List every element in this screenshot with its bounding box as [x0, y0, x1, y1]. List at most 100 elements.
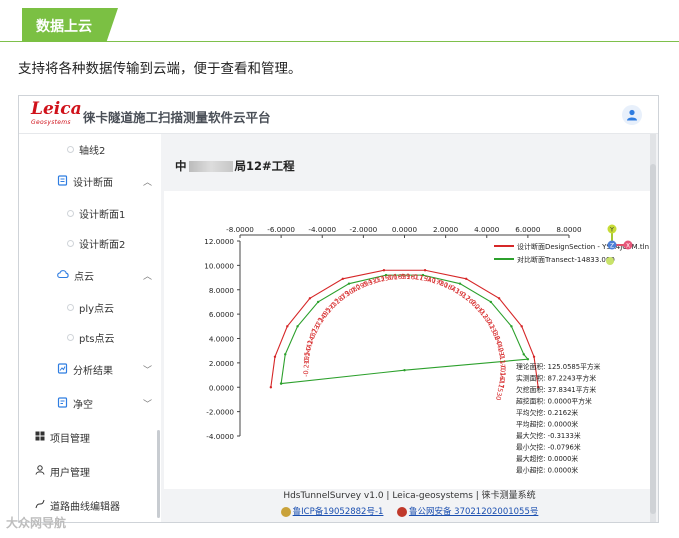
design-section-point [308, 297, 312, 300]
sidebar-item-point-cloud[interactable]: 点云 ︿ [57, 268, 153, 283]
app-title: 徕卡隧道施工扫描测量软件云平台 [83, 110, 271, 125]
sidebar: 轴线2 设计断面 ︿ 设计断面1 设计断面2 点云 ︿ ply点云 pts点云 … [19, 134, 161, 522]
transect-point [522, 353, 525, 356]
x-tick-label: 0.0000 [392, 225, 418, 234]
project-title-prefix: 中 [175, 159, 187, 173]
gizmo-y-label: Y [609, 227, 614, 234]
icp-badge-icon [280, 506, 291, 517]
transect-point [347, 282, 351, 285]
design-section-point [286, 325, 289, 328]
sidebar-item-label: 设计断面2 [79, 240, 126, 251]
sidebar-item-design-section-1[interactable]: 设计断面1 [67, 206, 125, 221]
sidebar-item-label: 点云 [74, 272, 94, 283]
design-section-point [532, 355, 536, 358]
stat-line: 欠挖面积: 37.8341平方米 [516, 385, 596, 394]
y-tick-label: 0.0000 [209, 383, 235, 392]
stat-line: 超挖面积: 0.0000平方米 [516, 397, 592, 406]
design-section-point [423, 269, 427, 272]
sidebar-item-project-management[interactable]: 项目管理 [35, 430, 90, 445]
x-tick-label: 8.0000 [556, 225, 582, 234]
sidebar-item-clearance[interactable]: 净空 ﹀ [57, 396, 153, 411]
footer: HdsTunnelSurvey v1.0 | Leica-geosystems … [161, 488, 658, 517]
footer-links: 鲁ICP备19052882号-1 鲁公网安备 37021202001055号 [161, 505, 658, 517]
document-icon [57, 174, 68, 189]
sidebar-item-label: 设计断面1 [79, 210, 126, 221]
y-tick-label: 2.0000 [209, 359, 235, 368]
radio-dot-icon [67, 146, 74, 153]
design-section-point [341, 277, 345, 280]
user-icon [627, 109, 637, 121]
stat-line: 平均欠挖: 0.2162米 [516, 408, 578, 417]
y-tick-label: 8.0000 [209, 286, 235, 295]
radio-dot-icon [67, 210, 74, 217]
sidebar-item-label: 道路曲线编辑器 [50, 502, 120, 513]
x-tick-label: -4.0000 [308, 225, 336, 234]
x-tick-label: -8.0000 [226, 225, 254, 234]
sidebar-item-design-section[interactable]: 设计断面 ︿ [57, 174, 153, 189]
gizmo-z-label: Z [610, 243, 614, 250]
sidebar-item-road-curve-editor[interactable]: 道路曲线编辑器 [35, 498, 120, 513]
transect-point [403, 368, 406, 372]
sidebar-item-design-section-2[interactable]: 设计断面2 [67, 236, 125, 251]
top-bar: Leica Geosystems 徕卡隧道施工扫描测量软件云平台 [19, 96, 658, 134]
app-screenshot: Leica Geosystems 徕卡隧道施工扫描测量软件云平台 轴线2 设计断… [18, 95, 659, 523]
y-tick-label: 4.0000 [209, 335, 235, 344]
sidebar-item-user-management[interactable]: 用户管理 [35, 464, 90, 479]
clearance-icon [57, 396, 68, 411]
sidebar-scrollbar[interactable] [157, 430, 160, 518]
radio-dot-icon [67, 334, 74, 341]
stat-line: 平均超挖: 0.0000米 [516, 420, 578, 429]
x-tick-label: -6.0000 [267, 225, 295, 234]
y-tick-label: -4.0000 [206, 432, 234, 441]
sidebar-item-label: 轴线2 [79, 146, 106, 157]
y-tick-label: 12.0000 [204, 237, 234, 246]
design-section-point [269, 386, 273, 389]
stat-line: 理论面积: 125.0585平方米 [516, 362, 601, 371]
police-badge-icon [396, 506, 407, 517]
police-link[interactable]: 鲁公网安备 37021202001055号 [409, 507, 538, 517]
chevron-up-icon: ︿ [143, 272, 153, 282]
redacted-block [188, 161, 233, 172]
chevron-up-icon: ︿ [143, 178, 153, 188]
logo-word: Leica [31, 99, 82, 119]
section-tag: 数据上云 [22, 8, 118, 42]
sidebar-item-label: pts点云 [79, 334, 115, 345]
intro-text: 支持将各种数据传输到云端，便于查看和管理。 [18, 61, 302, 77]
stat-line: 最大超挖: 0.0000米 [516, 454, 578, 463]
cloud-icon [57, 269, 69, 282]
sidebar-item-ply-cloud[interactable]: ply点云 [67, 300, 114, 315]
radio-dot-icon [67, 304, 74, 311]
user-avatar-button[interactable] [622, 105, 642, 125]
sidebar-item-axis2[interactable]: 轴线2 [67, 142, 105, 157]
icp-link[interactable]: 鲁ICP备19052882号-1 [293, 507, 384, 517]
stat-line: 最小欠挖: -0.0796米 [516, 443, 581, 452]
main-scrollbar-thumb[interactable] [650, 164, 656, 514]
transect-point [279, 382, 283, 385]
grid-icon [35, 431, 45, 444]
transect-point [458, 282, 462, 285]
main-scrollbar[interactable] [650, 134, 656, 522]
y-tick-label: -2.0000 [206, 408, 234, 417]
transect-point [489, 300, 493, 304]
curve-icon [35, 499, 45, 512]
sidebar-item-label: 项目管理 [50, 434, 90, 445]
design-section-point [497, 297, 501, 300]
x-tick-label: 6.0000 [515, 225, 541, 234]
x-tick-label: -2.0000 [350, 225, 378, 234]
section-chart[interactable]: -8.0000 -6.0000 -4.0000 -2.0000 0.0000 2.0000… [164, 191, 650, 489]
gizmo-x-label: X [626, 243, 630, 250]
stat-line: 最大欠挖: -0.3133米 [516, 431, 581, 440]
leica-logo[interactable]: Leica Geosystems [31, 99, 82, 130]
analysis-icon [57, 362, 68, 377]
legend-entry: 对比断面Transect-14833.000 [517, 255, 615, 264]
gizmo-handle-extra [606, 257, 614, 265]
logo-sub: Geosystems [31, 119, 71, 126]
sidebar-item-pts-cloud[interactable]: pts点云 [67, 330, 114, 345]
chart-panel: -8.0000 -6.0000 -4.0000 -2.0000 0.0000 2.0000… [164, 191, 650, 489]
project-title: 中 局12#工程 [175, 158, 295, 174]
transect-point [526, 358, 530, 361]
sidebar-item-analysis-results[interactable]: 分析结果 ﹀ [57, 362, 153, 377]
main-content: 中 局12#工程 -8.0000 -6.0000 -4.0000 -2.0000 0.00… [161, 134, 658, 522]
stat-line: 实测面积: 87.2243平方米 [516, 374, 596, 383]
chevron-down-icon: ﹀ [143, 366, 153, 376]
